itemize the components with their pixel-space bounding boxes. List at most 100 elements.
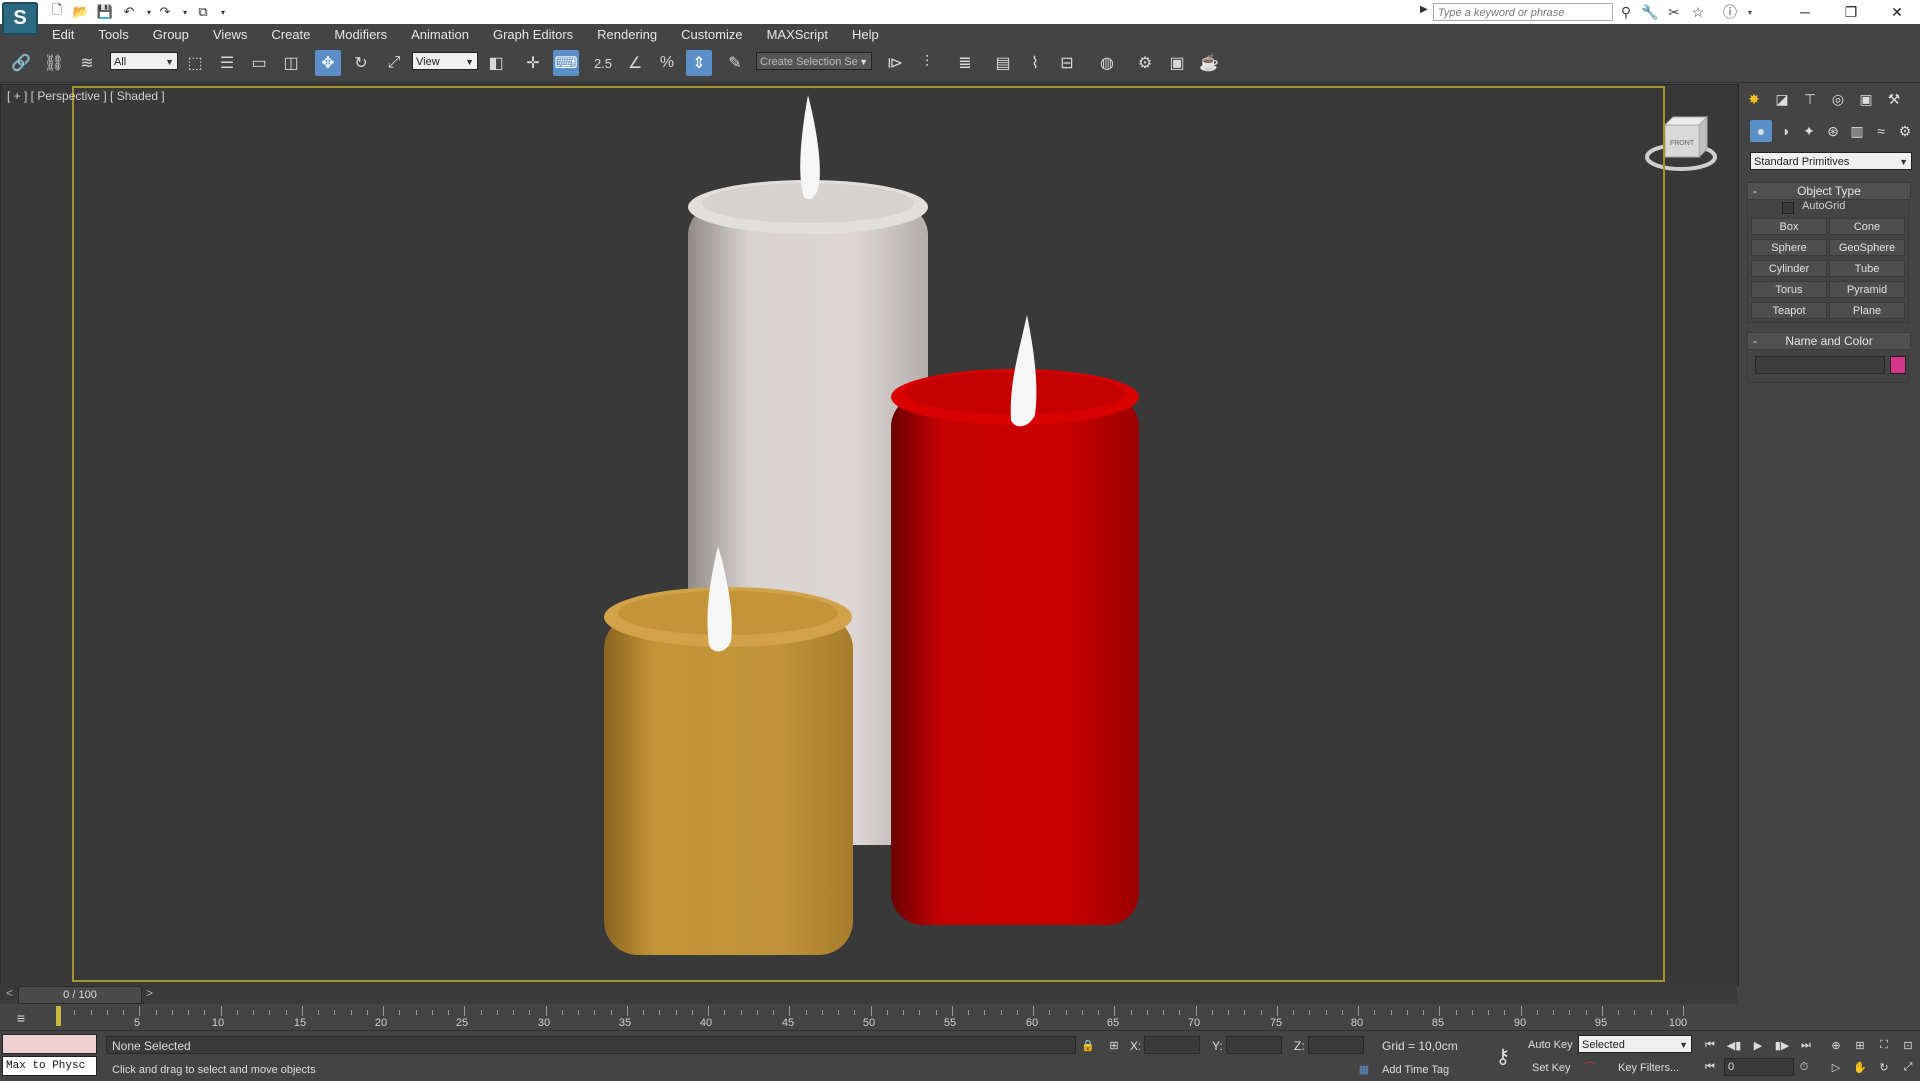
- align-icon[interactable]: ⫶: [914, 50, 940, 76]
- communication-icon[interactable]: ✂: [1664, 3, 1684, 21]
- motion-panel-icon[interactable]: ◎: [1827, 88, 1849, 110]
- project-icon[interactable]: ⧉: [194, 3, 212, 21]
- teapot-button[interactable]: Teapot: [1751, 302, 1827, 319]
- shapes-icon[interactable]: ◑: [1774, 120, 1796, 142]
- layer-manager-icon[interactable]: ≣: [952, 50, 978, 76]
- set-keys-key-icon[interactable]: ⚷: [1486, 1044, 1520, 1068]
- torus-button[interactable]: Torus: [1751, 281, 1827, 298]
- tube-button[interactable]: Tube: [1829, 260, 1905, 277]
- previous-frame-icon[interactable]: ◀▮: [1724, 1036, 1744, 1054]
- sphere-button[interactable]: Sphere: [1751, 239, 1827, 256]
- add-time-tag-button[interactable]: Add Time Tag: [1382, 1064, 1449, 1076]
- binoculars-icon[interactable]: ⚲: [1616, 3, 1636, 21]
- maximize-viewport-icon[interactable]: ⤢: [1898, 1058, 1918, 1076]
- bind-space-warp-icon[interactable]: ≋: [74, 50, 100, 76]
- track-bar[interactable]: 5 10 15 20 25 30 35 40 45 50 55 60 65 70…: [56, 1004, 1736, 1030]
- save-icon[interactable]: 💾: [96, 3, 114, 21]
- absolute-mode-icon[interactable]: ⊞: [1104, 1036, 1124, 1054]
- snaps-toggle-icon[interactable]: 2.5: [590, 50, 616, 76]
- undo-icon[interactable]: ↶: [120, 3, 138, 21]
- open-folder-icon[interactable]: 📂: [72, 3, 90, 21]
- edit-named-selection-icon[interactable]: ✎: [722, 50, 748, 76]
- set-key-button[interactable]: Set Key: [1532, 1062, 1571, 1074]
- restore-button[interactable]: ❐: [1828, 0, 1874, 24]
- rectangular-selection-icon[interactable]: ▭: [246, 50, 272, 76]
- redo-icon[interactable]: ↷: [156, 3, 174, 21]
- maxscript-listener-pink[interactable]: [2, 1034, 97, 1054]
- menu-views[interactable]: Views: [201, 24, 259, 46]
- unlink-icon[interactable]: ⛓: [41, 50, 67, 76]
- menu-create[interactable]: Create: [259, 24, 322, 46]
- orbit-icon[interactable]: ↻: [1874, 1058, 1894, 1076]
- zoom-extents-all-icon[interactable]: ⊡: [1898, 1036, 1918, 1054]
- menu-rendering[interactable]: Rendering: [585, 24, 669, 46]
- object-color-swatch[interactable]: [1890, 356, 1906, 374]
- space-warps-icon[interactable]: ≈: [1870, 120, 1892, 142]
- prev-frame-button[interactable]: <: [6, 986, 13, 1000]
- keyboard-shortcut-override-icon[interactable]: ⌨: [553, 50, 579, 76]
- select-and-move-icon[interactable]: ✥: [315, 50, 341, 76]
- material-editor-icon[interactable]: ◍: [1094, 50, 1120, 76]
- link-icon[interactable]: 🔗: [8, 50, 34, 76]
- systems-icon[interactable]: ⚙: [1894, 120, 1916, 142]
- infocenter-toggle-icon[interactable]: ▶: [1420, 4, 1428, 15]
- select-and-scale-icon[interactable]: ⤢: [381, 50, 407, 76]
- selection-filter-dropdown[interactable]: All ▼: [110, 52, 178, 70]
- select-by-name-icon[interactable]: ☰: [214, 50, 240, 76]
- y-coordinate-input[interactable]: [1226, 1036, 1282, 1054]
- menu-modifiers[interactable]: Modifiers: [322, 24, 399, 46]
- default-in-out-tangents-icon[interactable]: ⌒: [1580, 1058, 1600, 1076]
- cone-button[interactable]: Cone: [1829, 218, 1905, 235]
- pan-view-icon[interactable]: ✋: [1850, 1058, 1870, 1076]
- pyramid-button[interactable]: Pyramid: [1829, 281, 1905, 298]
- current-frame-input[interactable]: 0: [1724, 1058, 1794, 1076]
- angle-snap-icon[interactable]: ∠: [622, 50, 648, 76]
- hierarchy-panel-icon[interactable]: ⊤: [1799, 88, 1821, 110]
- time-configuration-icon[interactable]: ⏱: [1794, 1058, 1814, 1076]
- manipulate-icon[interactable]: ✛: [520, 50, 546, 76]
- field-of-view-icon[interactable]: ▷: [1826, 1058, 1846, 1076]
- zoom-icon[interactable]: ⊕: [1826, 1036, 1846, 1054]
- utilities-panel-icon[interactable]: ⚒: [1883, 88, 1905, 110]
- time-slider-thumb[interactable]: 0 / 100: [18, 986, 142, 1004]
- object-type-rollout-header[interactable]: - Object Type: [1747, 182, 1911, 200]
- curve-editor-icon[interactable]: ⌇: [1022, 50, 1048, 76]
- subscription-icon[interactable]: 🔧: [1640, 3, 1660, 21]
- help-dropdown-icon[interactable]: ▾: [1740, 3, 1760, 21]
- favorites-star-icon[interactable]: ☆: [1688, 3, 1708, 21]
- mirror-icon[interactable]: ⧐: [882, 50, 908, 76]
- cameras-icon[interactable]: ⊛: [1822, 120, 1844, 142]
- z-coordinate-input[interactable]: [1308, 1036, 1364, 1054]
- help-icon[interactable]: ⓘ: [1720, 3, 1740, 21]
- lock-selection-icon[interactable]: 🔒: [1078, 1036, 1098, 1054]
- play-icon[interactable]: ▶: [1748, 1036, 1768, 1054]
- name-color-rollout-header[interactable]: - Name and Color: [1747, 332, 1911, 350]
- modify-panel-icon[interactable]: ◪: [1771, 88, 1793, 110]
- go-to-end-icon[interactable]: ⏭: [1796, 1036, 1816, 1054]
- time-slider[interactable]: < 0 / 100 >: [0, 984, 1737, 1004]
- box-button[interactable]: Box: [1751, 218, 1827, 235]
- geosphere-button[interactable]: GeoSphere: [1829, 239, 1905, 256]
- menu-group[interactable]: Group: [141, 24, 201, 46]
- auto-key-button[interactable]: Auto Key: [1528, 1039, 1573, 1051]
- window-crossing-icon[interactable]: ◫: [278, 50, 304, 76]
- create-panel-icon[interactable]: ✸: [1743, 88, 1765, 110]
- time-tag-icon[interactable]: ▦: [1354, 1060, 1374, 1078]
- autogrid-checkbox[interactable]: [1782, 202, 1794, 214]
- menu-help[interactable]: Help: [840, 24, 891, 46]
- next-frame-icon[interactable]: ▮▶: [1772, 1036, 1792, 1054]
- scene-explorer-icon[interactable]: ▤: [990, 50, 1016, 76]
- new-file-icon[interactable]: 🗋: [48, 2, 66, 21]
- zoom-extents-icon[interactable]: ⛶: [1874, 1036, 1894, 1054]
- select-object-icon[interactable]: ⬚: [182, 50, 208, 76]
- spinner-snap-icon[interactable]: ⇕: [686, 50, 712, 76]
- plane-button[interactable]: Plane: [1829, 302, 1905, 319]
- geometry-icon[interactable]: ●: [1750, 120, 1772, 142]
- object-name-input[interactable]: [1755, 356, 1885, 374]
- key-filters-button[interactable]: Key Filters...: [1618, 1062, 1679, 1074]
- search-input[interactable]: Type a keyword or phrase: [1433, 3, 1613, 21]
- current-time-marker[interactable]: [56, 1006, 61, 1026]
- next-frame-button[interactable]: >: [146, 986, 153, 1000]
- zoom-all-icon[interactable]: ⊞: [1850, 1036, 1870, 1054]
- key-mode-dropdown[interactable]: Selected ▼: [1578, 1035, 1692, 1053]
